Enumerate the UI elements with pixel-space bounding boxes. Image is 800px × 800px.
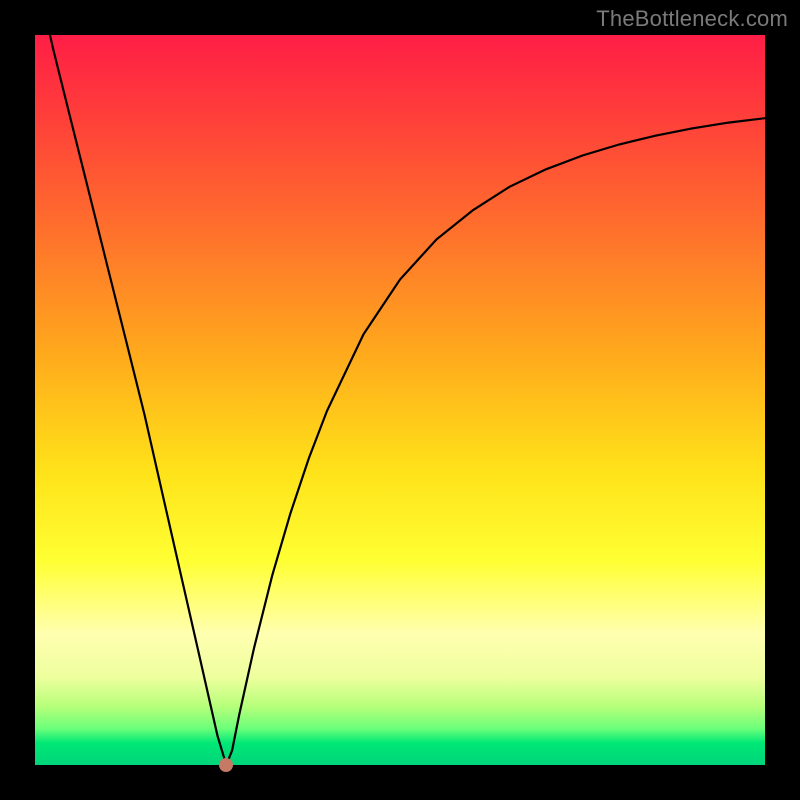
curve-svg [35, 35, 765, 765]
chart-stage: TheBottleneck.com [0, 0, 800, 800]
minimum-marker [219, 758, 233, 772]
watermark-text: TheBottleneck.com [596, 6, 788, 32]
bottleneck-curve [35, 35, 765, 765]
plot-area [35, 35, 765, 765]
